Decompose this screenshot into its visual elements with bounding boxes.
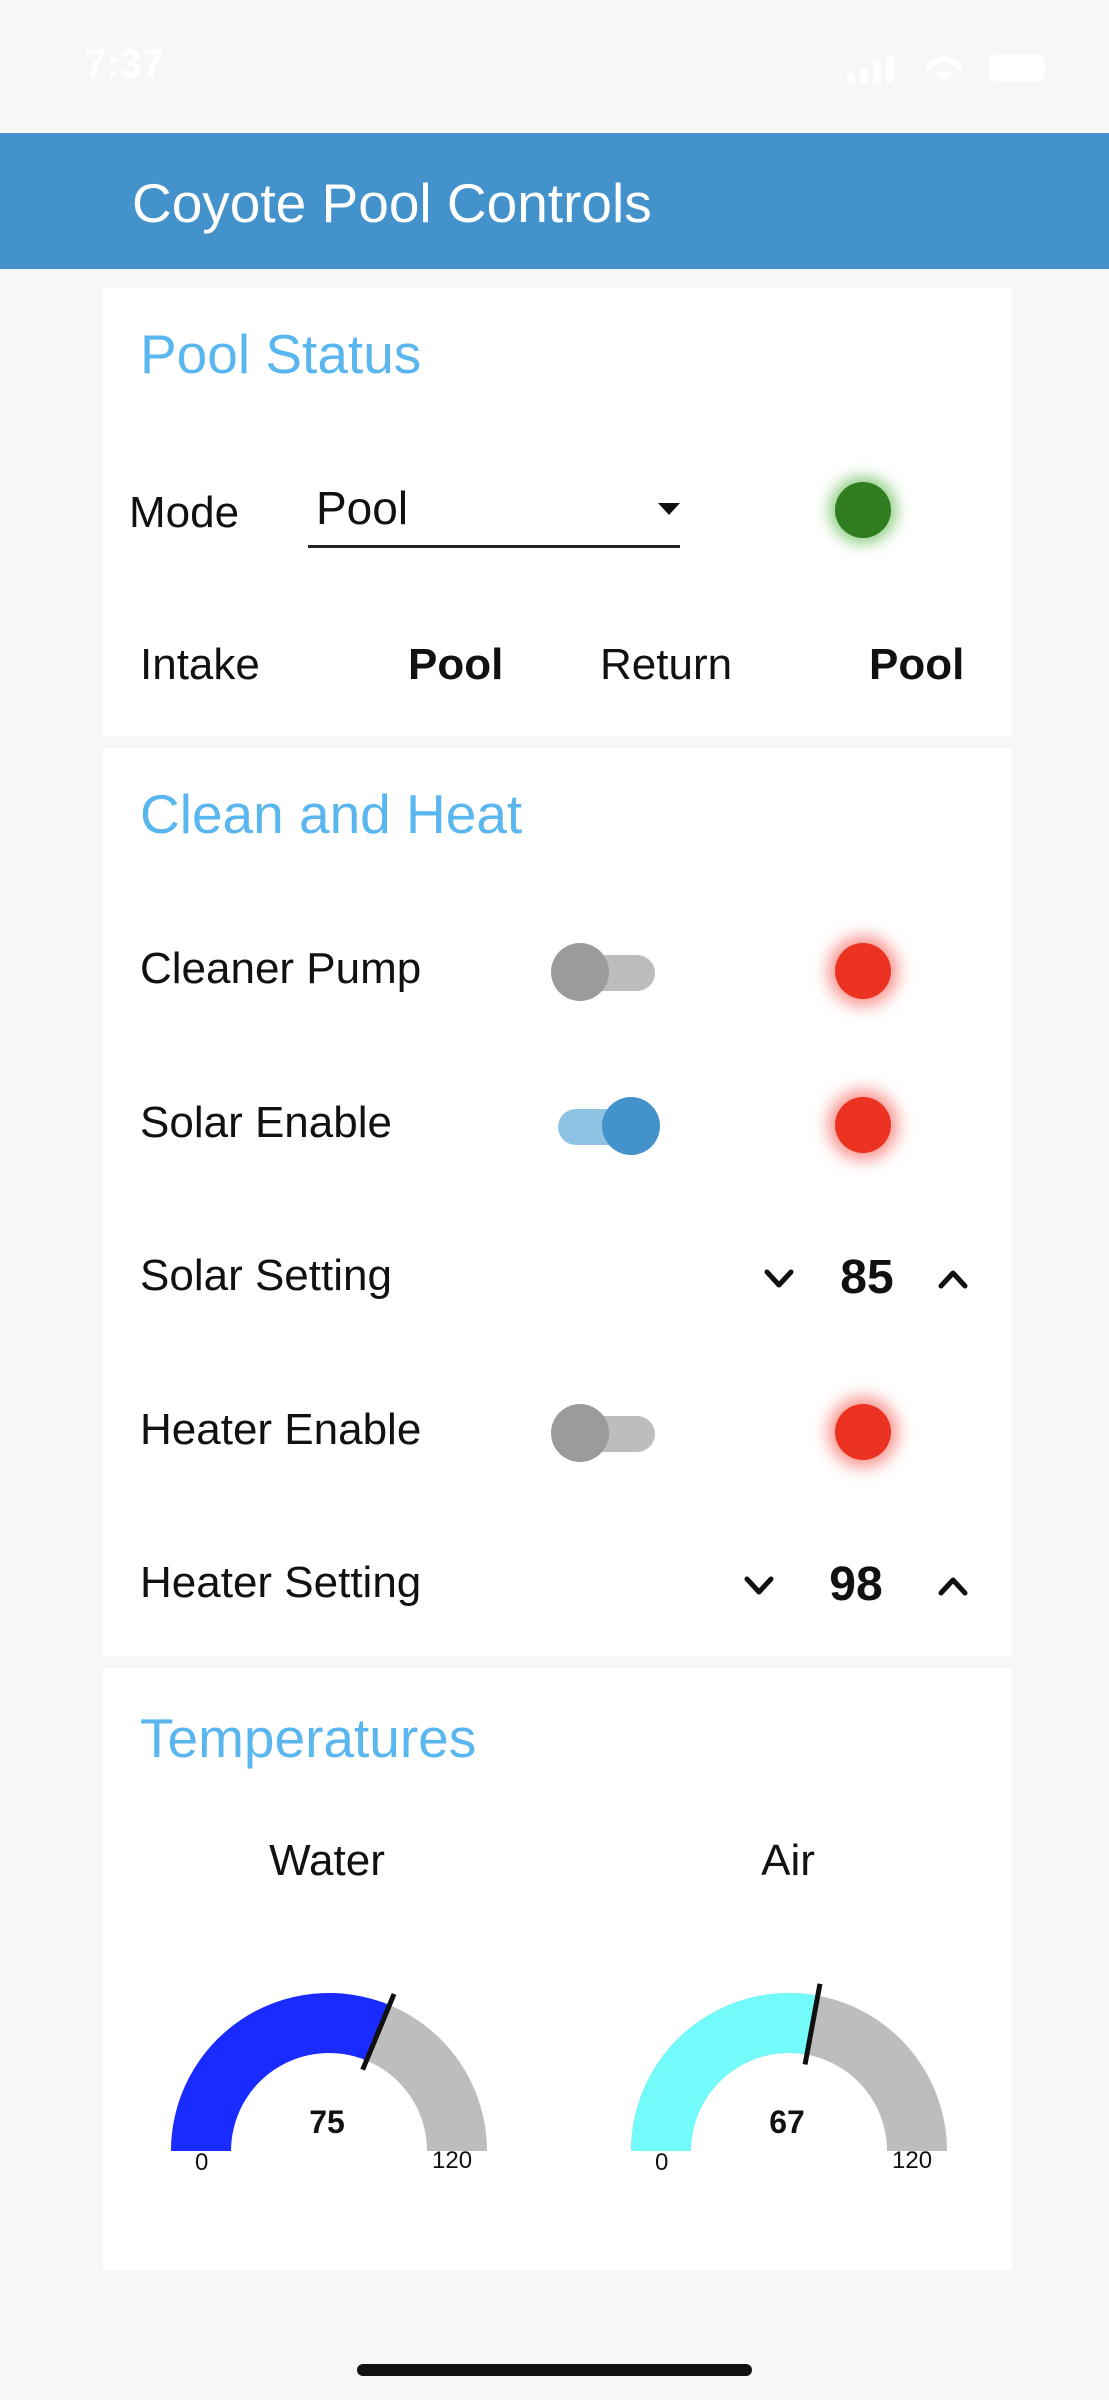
pool-status-title: Pool Status [140,323,422,385]
water-gauge-min: 0 [195,2149,209,2176]
clean-heat-title: Clean and Heat [140,783,523,845]
status-bar: 7:37 [0,0,1109,133]
toggle-thumb [551,1404,609,1462]
app-bar: Coyote Pool Controls [0,133,1109,269]
temperatures-card: Temperatures Water 75 0 120 Air 67 0 120 [103,1668,1012,2270]
pool-status-card: Pool Status Mode Pool Intake Pool Return… [103,288,1012,736]
clean-heat-card: Clean and Heat Cleaner Pump Solar Enable… [103,748,1012,1656]
water-temperature-gauge [171,1992,487,2151]
solar-increase-chevron-up-icon[interactable] [931,1257,975,1301]
solar-setting-label: Solar Setting [140,1251,392,1300]
intake-value: Pool [408,640,504,689]
wifi-icon [925,56,963,82]
mode-value: Pool [316,482,409,534]
solar-enable-label: Solar Enable [140,1098,392,1147]
heater-setting-label: Heater Setting [140,1558,422,1607]
temperatures-title: Temperatures [140,1707,477,1769]
heater-decrease-chevron-down-icon[interactable] [737,1564,781,1608]
cleaner-pump-label: Cleaner Pump [140,944,422,993]
heater-enable-led [835,1404,891,1460]
air-gauge-value: 67 [769,2104,805,2140]
heater-enable-label: Heater Enable [140,1405,422,1454]
water-gauge-max: 120 [432,2147,473,2174]
air-gauge-min: 0 [655,2149,669,2176]
return-value: Pool [869,640,965,689]
solar-decrease-chevron-down-icon[interactable] [757,1257,801,1301]
solar-enable-led [835,1097,891,1153]
heater-increase-chevron-up-icon[interactable] [931,1564,975,1608]
mode-dropdown[interactable]: Pool [308,481,680,548]
air-gauge-max: 120 [892,2147,933,2174]
air-gauge-label: Air [761,1836,815,1885]
battery-icon [989,55,1045,81]
status-time: 7:37 [84,42,165,86]
home-indicator [357,2364,752,2376]
air-temperature-gauge [631,1983,947,2151]
cleaner-pump-toggle[interactable] [551,941,657,1001]
solar-setting-value: 85 [840,1251,894,1304]
caret-down-icon [658,503,680,515]
mode-label: Mode [129,488,240,537]
cellular-signal-icon [847,55,894,83]
heater-setting-value: 98 [829,1558,883,1611]
toggle-thumb [551,943,609,1001]
return-label: Return [600,640,733,689]
heater-enable-toggle[interactable] [551,1402,657,1462]
water-gauge-label: Water [269,1836,385,1885]
mode-status-led [835,482,891,538]
intake-label: Intake [140,640,260,689]
toggle-thumb [602,1097,660,1155]
status-icons [845,52,1045,84]
water-gauge-value: 75 [309,2104,345,2140]
solar-enable-toggle[interactable] [556,1095,660,1155]
cleaner-pump-led [835,943,891,999]
app-title: Coyote Pool Controls [132,172,652,234]
